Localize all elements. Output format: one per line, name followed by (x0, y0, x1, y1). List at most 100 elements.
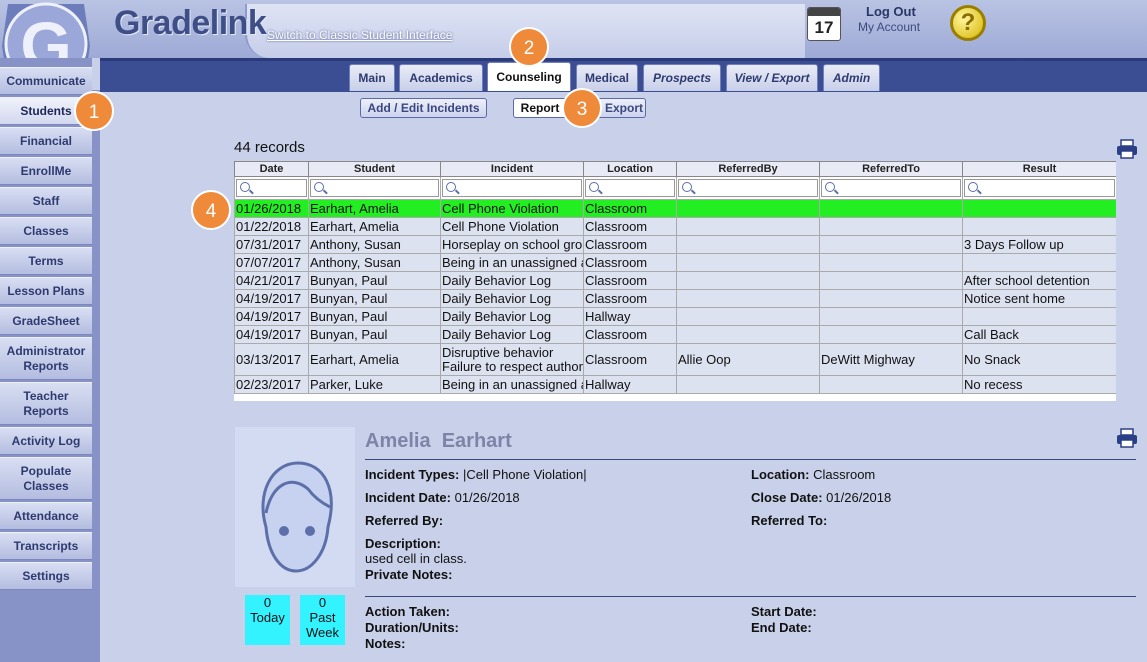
filter-student-input[interactable] (310, 179, 439, 197)
logout-link[interactable]: Log Out (866, 4, 916, 19)
cell-incident: Daily Behavior Log (440, 271, 584, 290)
sidebar-item-enrollme[interactable]: EnrollMe (0, 157, 92, 185)
filter-date-input[interactable] (236, 179, 307, 197)
cell-location: Classroom (583, 325, 677, 344)
filter-incident-input[interactable] (442, 179, 582, 197)
cell-student: Anthony, Susan (308, 235, 441, 254)
column-header-result[interactable]: Result (962, 161, 1116, 177)
cell-location: Hallway (583, 375, 677, 394)
table-row[interactable]: 04/19/2017 Bunyan, Paul Daily Behavior L… (234, 289, 1116, 308)
cell-student: Earhart, Amelia (308, 343, 441, 376)
cell-result (962, 217, 1116, 236)
sidebar-item-attendance[interactable]: Attendance (0, 502, 92, 530)
help-icon[interactable]: ? (950, 5, 986, 41)
table-row[interactable]: 03/13/2017 Earhart, Amelia Disruptive be… (234, 343, 1116, 376)
sidebar-item-populate-classes[interactable]: Populate Classes (0, 457, 92, 500)
student-first-name: Amelia (365, 430, 431, 452)
cell-student: Parker, Luke (308, 375, 441, 394)
cell-student: Bunyan, Paul (308, 307, 441, 326)
sidebar-item-activity-log[interactable]: Activity Log (0, 427, 92, 455)
action-taken-field: Action Taken: (365, 604, 450, 619)
field-label: Location: (751, 467, 810, 482)
sidebar-item-financial[interactable]: Financial (0, 127, 92, 155)
table-row[interactable]: 01/26/2018 Earhart, Amelia Cell Phone Vi… (234, 199, 1116, 218)
today-count: 0 (263, 595, 272, 610)
callout-4: 4 (191, 190, 231, 230)
search-icon (314, 182, 324, 192)
tab-view-export[interactable]: View / Export (726, 64, 818, 91)
cell-result: 3 Days Follow up (962, 235, 1116, 254)
cell-result (962, 199, 1116, 218)
sidebar-item-transcripts[interactable]: Transcripts (0, 532, 92, 560)
print-icon[interactable] (1116, 428, 1138, 448)
sidebar-item-administrator-reports[interactable]: Administrator Reports (0, 337, 92, 380)
past-week-count: 0 (318, 595, 327, 610)
cell-date: 01/22/2018 (234, 217, 309, 236)
field-label: Start Date: (751, 604, 817, 619)
description-value: used cell in class. (365, 551, 467, 566)
cell-student: Anthony, Susan (308, 253, 441, 272)
filter-referredby-input[interactable] (678, 179, 818, 197)
column-header-referredto[interactable]: ReferredTo (819, 161, 963, 177)
print-icon[interactable] (1116, 139, 1138, 159)
table-row[interactable]: 04/19/2017 Bunyan, Paul Daily Behavior L… (234, 307, 1116, 326)
filter-result-input[interactable] (964, 179, 1115, 197)
filter-referredto-input[interactable] (821, 179, 961, 197)
cell-referredby (676, 235, 820, 254)
tab-academics[interactable]: Academics (399, 64, 483, 91)
column-header-date[interactable]: Date (234, 161, 309, 177)
field-value: 01/26/2018 (454, 490, 520, 505)
cell-referredby (676, 375, 820, 394)
incident-line: Failure to respect authority (442, 358, 584, 374)
sidebar-item-students[interactable]: Students (0, 97, 92, 125)
cell-result: After school detention (962, 271, 1116, 290)
field-label: Referred By: (365, 513, 444, 528)
tab-counseling[interactable]: Counseling (487, 62, 571, 91)
sidebar-item-settings[interactable]: Settings (0, 562, 92, 590)
tab-medical[interactable]: Medical (576, 64, 638, 91)
cell-date: 03/13/2017 (234, 343, 309, 376)
table-row[interactable]: 04/21/2017 Bunyan, Paul Daily Behavior L… (234, 271, 1116, 290)
classic-interface-link[interactable]: Switch to Classic Student Interface (267, 28, 452, 42)
tab-admin[interactable]: Admin (823, 64, 880, 91)
field-label: Duration/Units: (365, 620, 459, 635)
table-row[interactable]: 01/22/2018 Earhart, Amelia Cell Phone Vi… (234, 217, 1116, 236)
sidebar-item-communicate[interactable]: Communicate (0, 67, 92, 95)
start-date-field: Start Date: (751, 604, 817, 619)
cell-date: 07/07/2017 (234, 253, 309, 272)
close-date-field: Close Date: 01/26/2018 (751, 490, 891, 505)
sidebar-item-classes[interactable]: Classes (0, 217, 92, 245)
report-button[interactable]: Report (513, 98, 567, 118)
cell-incident: Being in an unassigned area (440, 253, 584, 272)
add-edit-incidents-button[interactable]: Add / Edit Incidents (360, 98, 487, 118)
cell-date: 04/19/2017 (234, 289, 309, 308)
cell-result: No Snack (962, 343, 1116, 376)
table-row[interactable]: 04/19/2017 Bunyan, Paul Daily Behavior L… (234, 325, 1116, 344)
field-label: Close Date: (751, 490, 823, 505)
table-row[interactable]: 07/07/2017 Anthony, Susan Being in an un… (234, 253, 1116, 272)
cell-student: Bunyan, Paul (308, 325, 441, 344)
column-header-student[interactable]: Student (308, 161, 441, 177)
sidebar-item-staff[interactable]: Staff (0, 187, 92, 215)
location-field: Location: Classroom (751, 467, 875, 482)
cell-referredby (676, 307, 820, 326)
column-header-incident[interactable]: Incident (440, 161, 584, 177)
column-header-location[interactable]: Location (583, 161, 677, 177)
column-header-referredby[interactable]: ReferredBy (676, 161, 820, 177)
my-account-link[interactable]: My Account (858, 20, 920, 34)
calendar-icon[interactable]: 17 (807, 7, 841, 41)
sidebar-item-lesson-plans[interactable]: Lesson Plans (0, 277, 92, 305)
search-icon (240, 182, 250, 192)
tab-main[interactable]: Main (349, 64, 395, 91)
divider (365, 596, 1136, 597)
table-row[interactable]: 02/23/2017 Parker, Luke Being in an unas… (234, 375, 1116, 394)
sidebar-item-gradesheet[interactable]: GradeSheet (0, 307, 92, 335)
cell-location: Classroom (583, 199, 677, 218)
student-last-name: Earhart (441, 430, 512, 452)
export-button[interactable]: Export (594, 98, 646, 118)
tab-prospects[interactable]: Prospects (643, 64, 721, 91)
table-row[interactable]: 07/31/2017 Anthony, Susan Horseplay on s… (234, 235, 1116, 254)
sidebar-item-terms[interactable]: Terms (0, 247, 92, 275)
filter-location-input[interactable] (585, 179, 675, 197)
sidebar-item-teacher-reports[interactable]: Teacher Reports (0, 382, 92, 425)
